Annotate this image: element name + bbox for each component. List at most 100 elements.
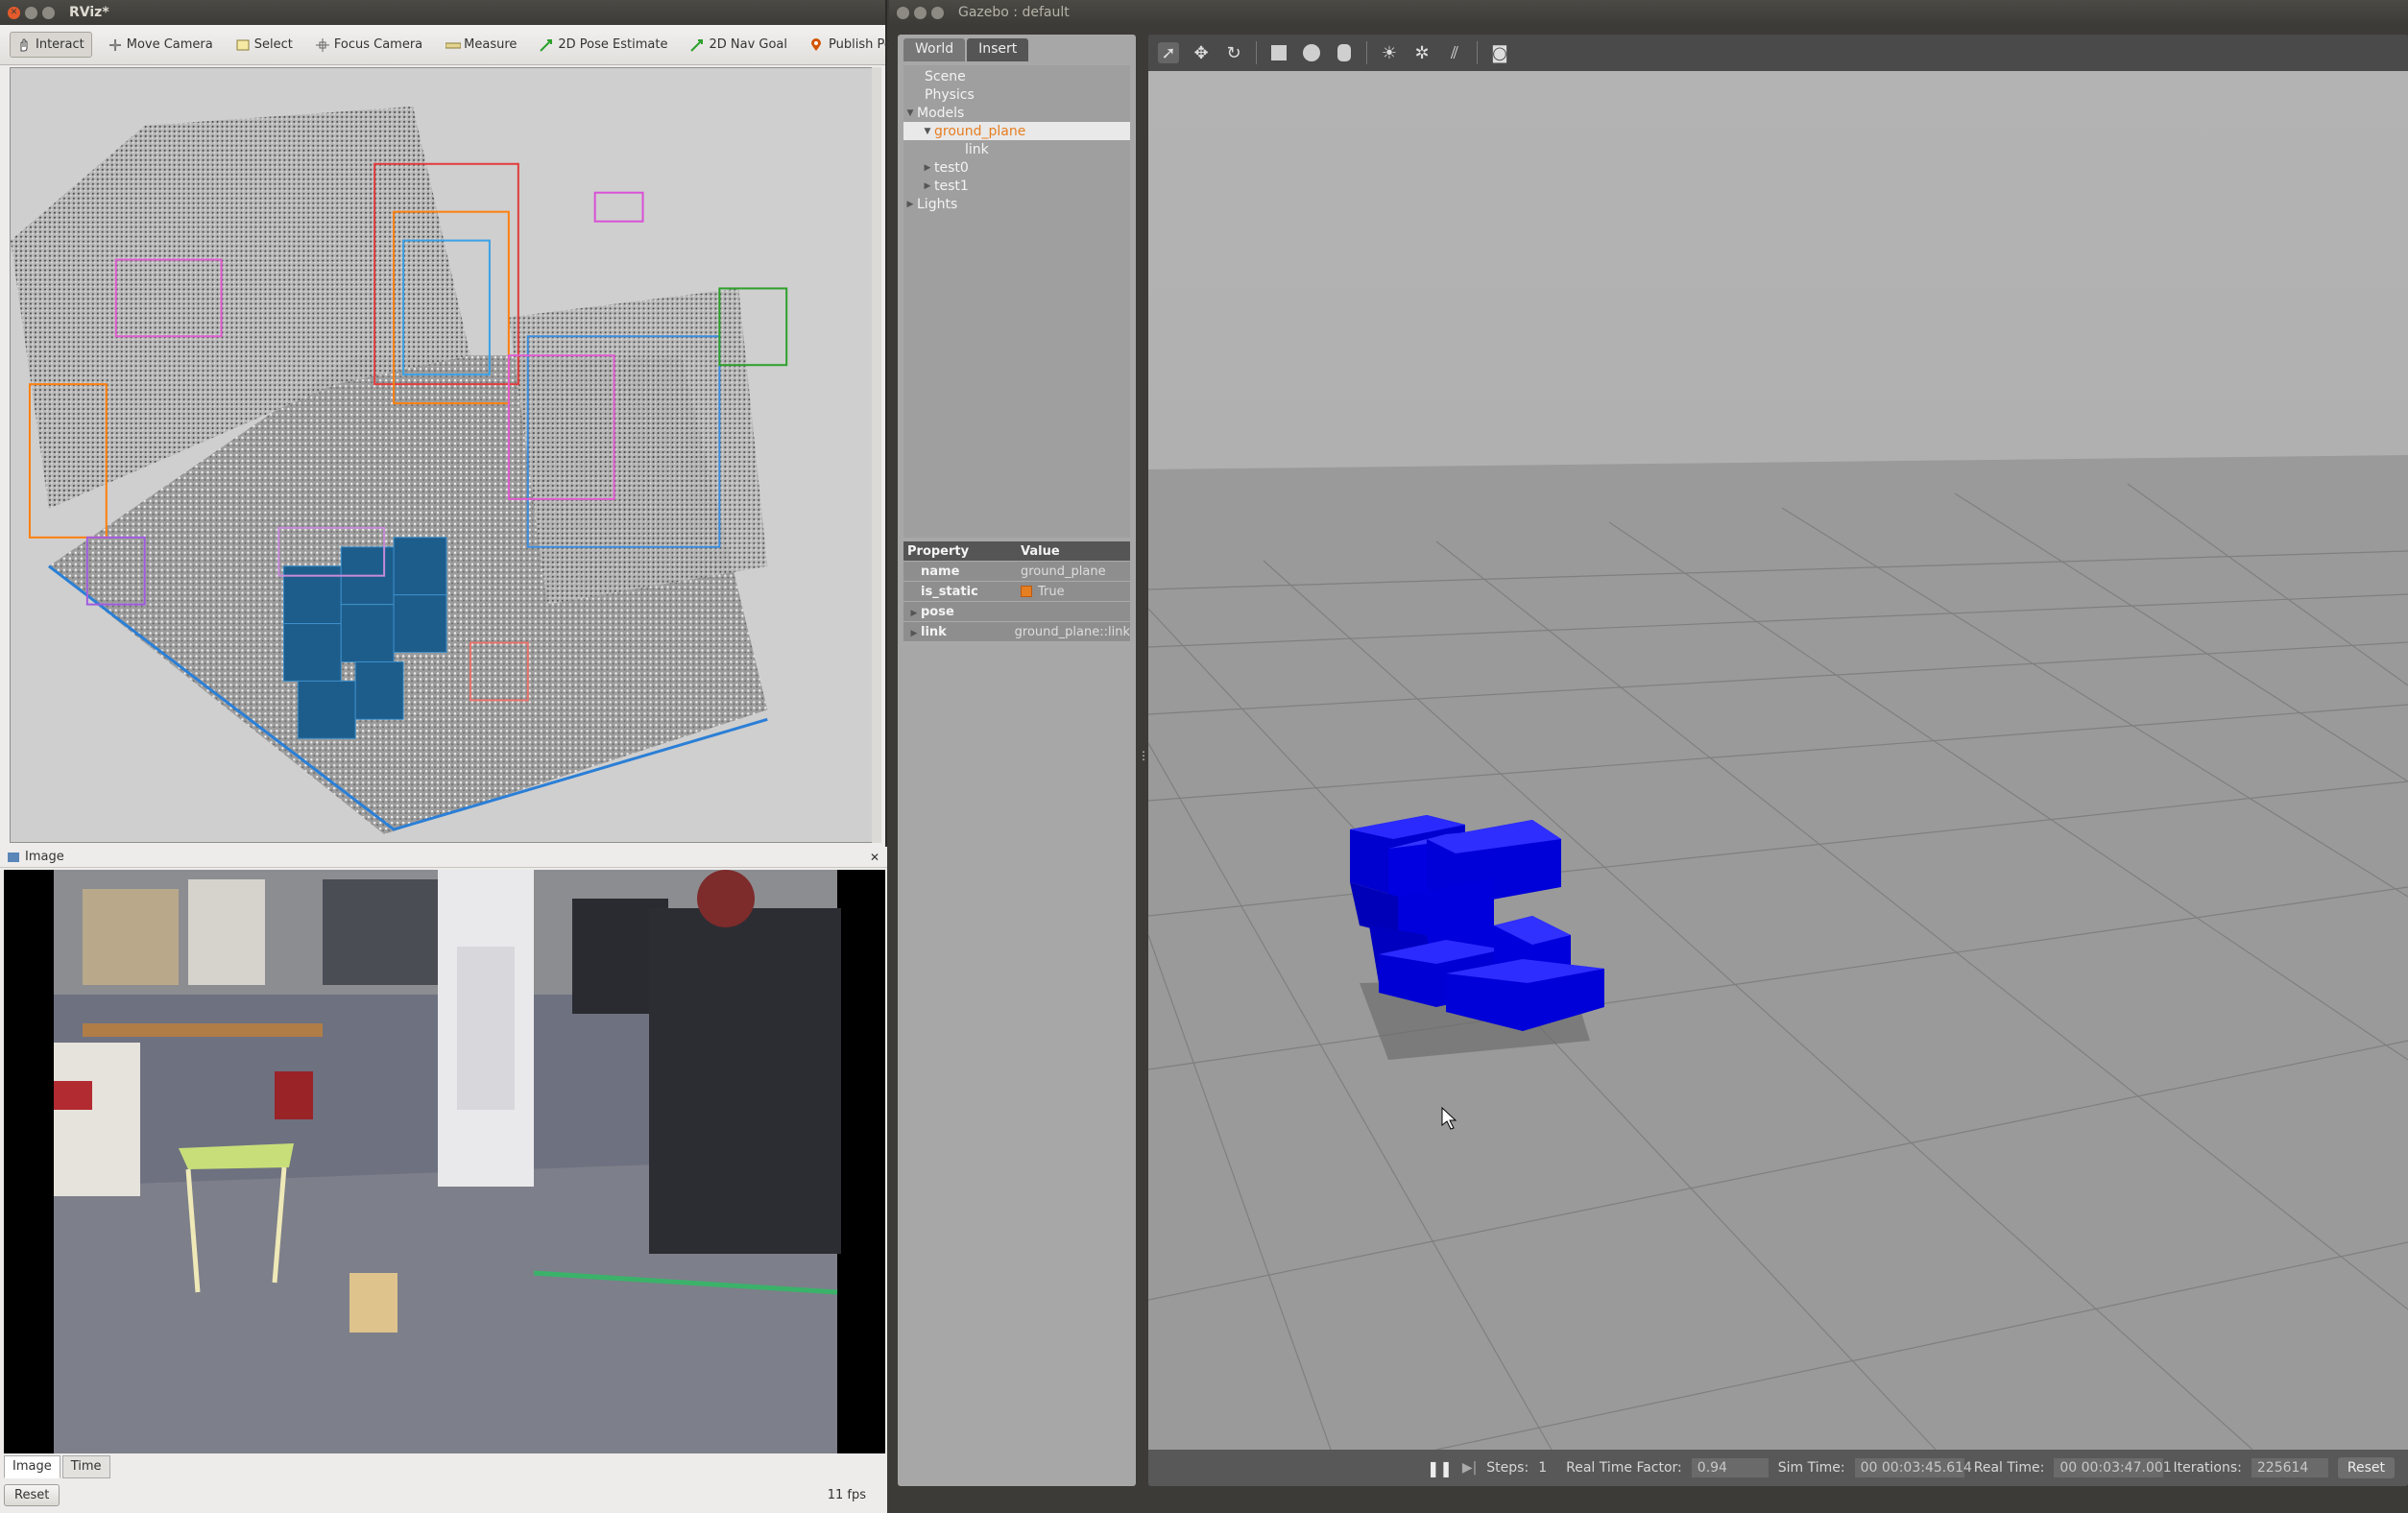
rotate-icon[interactable]: ↻ bbox=[1223, 42, 1244, 63]
camera-image-view bbox=[4, 870, 885, 1453]
ground-plane-render bbox=[1148, 71, 2408, 1450]
tree-item-label: Physics bbox=[925, 86, 975, 103]
tree-item-label: Scene bbox=[925, 68, 966, 84]
property-row-pose[interactable]: ▶ pose bbox=[903, 602, 1130, 622]
gazebo-side-panel: World Insert Scene Physics ▼ Models ▼ gr… bbox=[898, 35, 1136, 1486]
camera-frame bbox=[4, 870, 885, 1453]
tool-select[interactable]: Select bbox=[229, 33, 300, 57]
box-shape-icon[interactable] bbox=[1268, 42, 1289, 63]
gazebo-scene[interactable] bbox=[1148, 71, 2408, 1450]
window-maximize-icon[interactable] bbox=[42, 6, 55, 19]
rtf-label: Real Time Factor: bbox=[1566, 1460, 1682, 1476]
tree-item-lights[interactable]: ▶ Lights bbox=[903, 195, 1130, 213]
window-close-icon[interactable] bbox=[897, 6, 909, 19]
tree-item-label: test1 bbox=[934, 178, 969, 194]
tool-interact[interactable]: Interact bbox=[10, 32, 92, 58]
cursor-arrow-icon[interactable]: ➚ bbox=[1158, 42, 1179, 63]
cylinder-shape-icon[interactable] bbox=[1334, 42, 1355, 63]
tree-item-scene[interactable]: Scene bbox=[903, 67, 1130, 85]
tree-item-ground-plane[interactable]: ▼ ground_plane bbox=[903, 122, 1130, 140]
map-pin-icon bbox=[810, 37, 824, 52]
image-panel: Image ✕ Image Time Reset 11 fps bbox=[0, 847, 887, 1513]
tab-image[interactable]: Image bbox=[4, 1455, 60, 1478]
translate-icon[interactable]: ✥ bbox=[1191, 42, 1212, 63]
panel-close-icon[interactable]: ✕ bbox=[870, 851, 879, 864]
panel-splitter-handle[interactable]: ⋮ bbox=[1138, 749, 1149, 764]
tree-item-test1[interactable]: ▶ test1 bbox=[903, 177, 1130, 195]
image-panel-tabs: Image Time bbox=[4, 1455, 110, 1478]
expand-right-icon[interactable]: ▶ bbox=[907, 609, 921, 618]
iterations-field: 225614 bbox=[2251, 1458, 2328, 1477]
tool-move-camera[interactable]: Move Camera bbox=[102, 33, 220, 57]
tree-item-label: Lights bbox=[917, 196, 958, 212]
property-header: Property Value bbox=[903, 541, 1130, 562]
fps-readout: 11 fps bbox=[827, 1487, 866, 1502]
directional-light-icon[interactable]: ⫽ bbox=[1444, 42, 1465, 63]
step-icon[interactable]: ▶| bbox=[1462, 1460, 1477, 1476]
property-col-header: Property bbox=[907, 543, 970, 559]
tool-label: 2D Nav Goal bbox=[709, 37, 788, 52]
sim-time-field: 00 00:03:45.614 bbox=[1854, 1458, 1972, 1477]
gazebo-titlebar: Gazebo : default bbox=[889, 0, 2408, 25]
rviz-window: ✕ RViz* Interact Move Camera Select Focu… bbox=[0, 0, 975, 1513]
tool-2d-pose-estimate[interactable]: 2D Pose Estimate bbox=[533, 33, 674, 57]
hand-pointer-icon bbox=[17, 38, 31, 52]
rviz-titlebar: ✕ RViz* bbox=[0, 0, 885, 25]
green-arrow-icon bbox=[690, 38, 704, 52]
property-row-link[interactable]: ▶ link ground_plane::link bbox=[903, 622, 1130, 642]
tree-item-label: Models bbox=[917, 105, 965, 121]
gazebo-window: Gazebo : default World Insert Scene Phys… bbox=[889, 0, 2408, 1513]
real-time-label: Real Time: bbox=[1973, 1460, 2045, 1476]
is-static-checkbox[interactable] bbox=[1021, 586, 1032, 597]
point-light-icon[interactable]: ☀ bbox=[1379, 42, 1400, 63]
ruler-icon bbox=[445, 38, 462, 52]
spot-light-icon[interactable]: ✲ bbox=[1411, 42, 1433, 63]
real-time-field: 00 00:03:47.001 bbox=[2054, 1458, 2172, 1477]
tool-measure[interactable]: Measure bbox=[439, 33, 523, 57]
steps-label: Steps: bbox=[1486, 1460, 1529, 1476]
expand-down-icon[interactable]: ▼ bbox=[921, 127, 934, 136]
property-row-is-static[interactable]: is_static True bbox=[903, 582, 1130, 602]
rviz-view-scrollbar[interactable] bbox=[872, 67, 881, 843]
gazebo-window-title: Gazebo : default bbox=[958, 5, 1070, 20]
rviz-tool-bar: Interact Move Camera Select Focus Camera… bbox=[0, 25, 975, 65]
tool-label: Measure bbox=[464, 37, 518, 52]
window-maximize-icon[interactable] bbox=[931, 6, 944, 19]
expand-right-icon[interactable]: ▶ bbox=[921, 181, 934, 191]
sphere-shape-icon[interactable] bbox=[1301, 42, 1322, 63]
expand-right-icon[interactable]: ▶ bbox=[903, 200, 917, 209]
sim-time-label: Sim Time: bbox=[1777, 1460, 1845, 1476]
gazebo-panel-tabs: World Insert bbox=[898, 35, 1136, 61]
tab-world[interactable]: World bbox=[903, 38, 966, 61]
tab-insert[interactable]: Insert bbox=[967, 38, 1029, 61]
tool-label: Focus Camera bbox=[333, 37, 423, 52]
rtf-field: 0.94 bbox=[1691, 1458, 1769, 1477]
tool-label: 2D Pose Estimate bbox=[558, 37, 668, 52]
value-col-header: Value bbox=[1021, 543, 1060, 559]
select-box-icon bbox=[236, 38, 250, 52]
rviz-reset-button[interactable]: Reset bbox=[4, 1483, 60, 1506]
window-minimize-icon[interactable] bbox=[914, 6, 927, 19]
camera-screenshot-icon[interactable]: ◙ bbox=[1489, 42, 1510, 63]
property-row-name[interactable]: name ground_plane bbox=[903, 562, 1130, 582]
tab-time[interactable]: Time bbox=[61, 1455, 110, 1478]
steps-spinner[interactable]: 1 bbox=[1538, 1460, 1547, 1476]
move-camera-icon bbox=[108, 38, 122, 52]
expand-right-icon[interactable]: ▶ bbox=[907, 629, 921, 638]
tree-item-physics[interactable]: Physics bbox=[903, 85, 1130, 104]
tool-2d-nav-goal[interactable]: 2D Nav Goal bbox=[684, 33, 794, 57]
tree-item-test0[interactable]: ▶ test0 bbox=[903, 158, 1130, 177]
pause-icon[interactable]: ❚❚ bbox=[1427, 1459, 1453, 1477]
tool-focus-camera[interactable]: Focus Camera bbox=[309, 33, 429, 57]
gazebo-reset-button[interactable]: Reset bbox=[2337, 1457, 2395, 1478]
rviz-3d-view[interactable] bbox=[10, 67, 874, 843]
expand-right-icon[interactable]: ▶ bbox=[921, 163, 934, 173]
expand-down-icon[interactable]: ▼ bbox=[903, 108, 917, 118]
tree-item-models[interactable]: ▼ Models bbox=[903, 104, 1130, 122]
tree-item-link[interactable]: link bbox=[903, 140, 1130, 158]
window-close-icon[interactable]: ✕ bbox=[8, 6, 20, 19]
iterations-label: Iterations: bbox=[2173, 1460, 2242, 1476]
gazebo-3d-viewport[interactable]: ➚ ✥ ↻ ☀ ✲ ⫽ ◙ ❚❚ ▶| Steps: 1 Real Time F… bbox=[1148, 35, 2408, 1486]
rviz-window-title: RViz* bbox=[69, 5, 109, 20]
window-minimize-icon[interactable] bbox=[25, 6, 37, 19]
